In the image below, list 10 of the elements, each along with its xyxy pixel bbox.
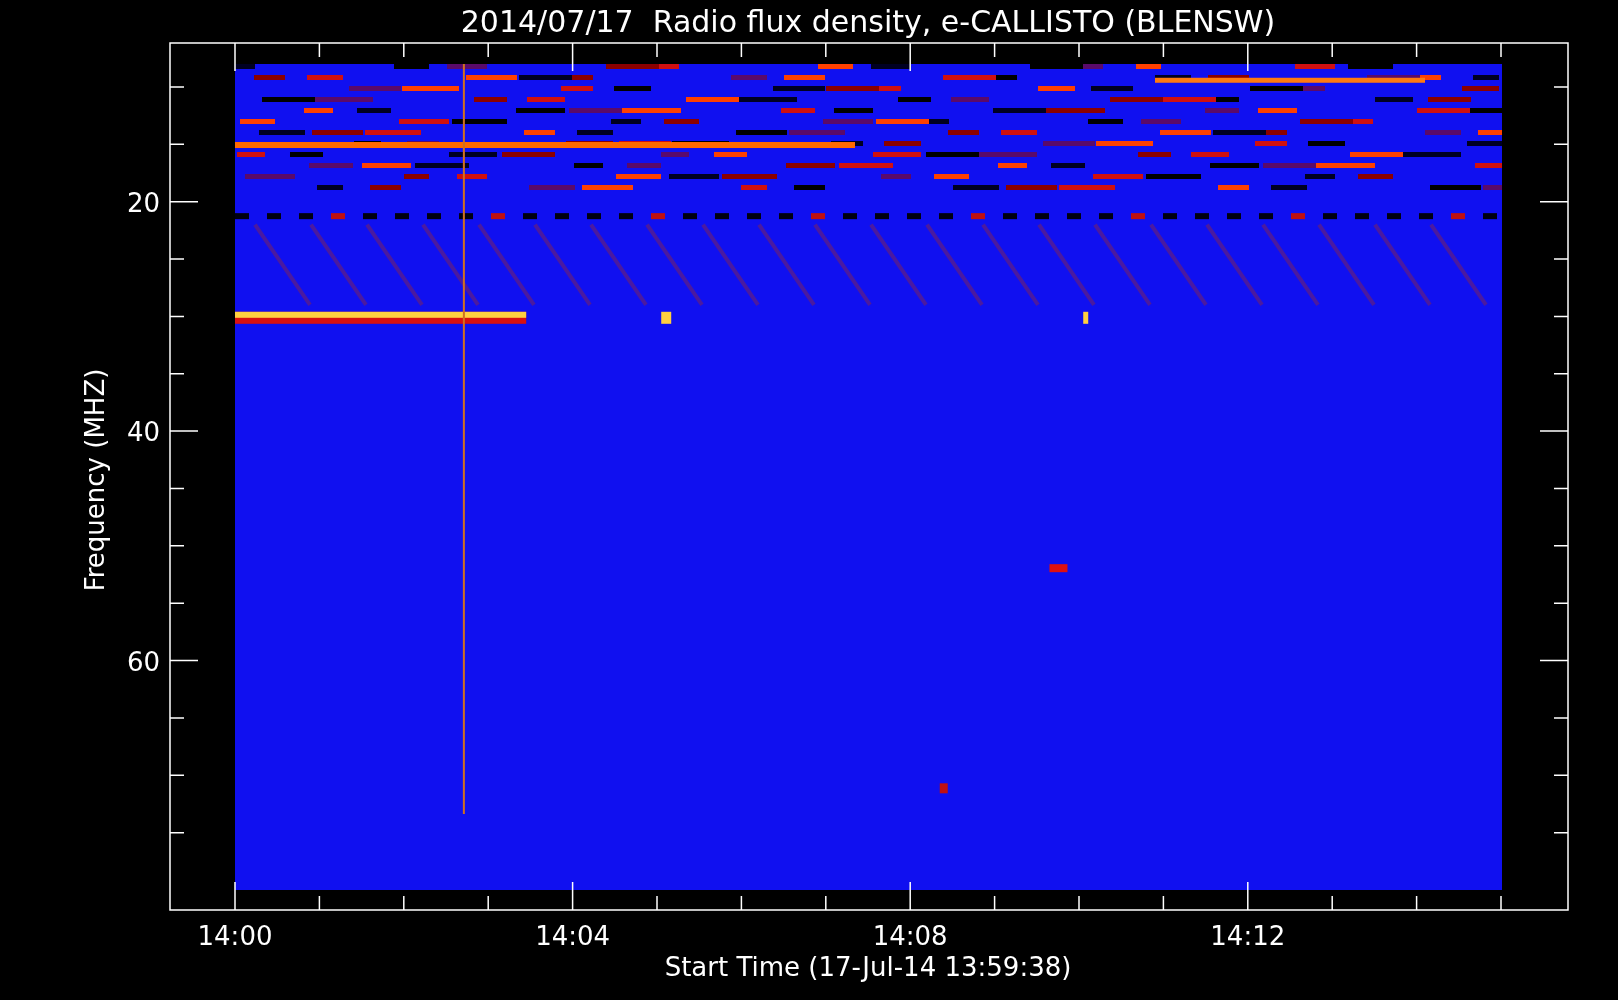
y-axis-label: Frequency (MHZ) [80,368,110,592]
x-axis-label: Start Time (17-Jul-14 13:59:38) [664,952,1072,982]
y-tick-label: 60 [126,646,160,677]
x-tick-label: 14:04 [535,921,611,951]
chart-title: 2014/07/17 Radio flux density, e-CALLISTO (BLENSW) [460,4,1276,39]
y-tick-label: 20 [126,187,160,218]
x-tick-label: 14:00 [197,921,273,951]
x-tick-label: 14:12 [1210,921,1286,951]
y-tick-label: 40 [126,417,160,448]
x-tick-label: 14:08 [872,921,948,951]
